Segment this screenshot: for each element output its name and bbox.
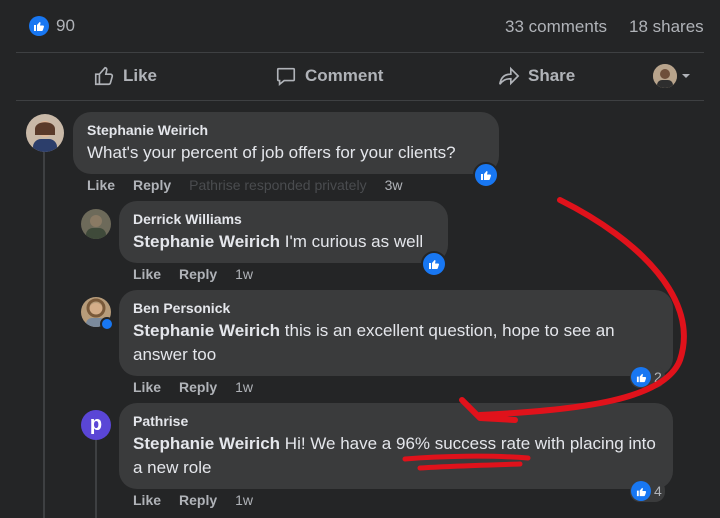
highlighted-stat: 96% success: [395, 434, 497, 453]
online-status-icon: [100, 317, 114, 331]
share-button[interactable]: Share: [498, 65, 575, 87]
like-reaction-icon: [631, 481, 651, 501]
comment-meta: Like Reply Pathrise responded privately …: [87, 177, 402, 193]
like-button[interactable]: Like: [93, 65, 157, 87]
comment-time[interactable]: 1w: [235, 266, 253, 282]
comment-like-link[interactable]: Like: [87, 177, 115, 193]
audience-selector[interactable]: [653, 64, 691, 88]
comment-meta: Like Reply 1w: [133, 379, 253, 395]
commenter-name[interactable]: Ben Personick: [133, 299, 659, 317]
shares-count[interactable]: 18 shares: [629, 17, 704, 37]
private-response-note: Pathrise responded privately: [189, 177, 367, 193]
comment-like-link[interactable]: Like: [133, 379, 161, 395]
stats-divider: [16, 52, 704, 53]
comment-time[interactable]: 3w: [385, 177, 403, 193]
share-arrow-icon: [499, 66, 520, 86]
comment-like-link[interactable]: Like: [133, 266, 161, 282]
comment-button[interactable]: Comment: [275, 65, 383, 87]
comment-bubble-icon: [276, 67, 296, 86]
comment-time[interactable]: 1w: [235, 379, 253, 395]
actions-divider: [16, 100, 704, 101]
mention-tag[interactable]: Stephanie Weirich: [133, 232, 280, 251]
comment-meta: Like Reply 1w: [133, 492, 253, 508]
mention-tag[interactable]: Stephanie Weirich: [133, 321, 280, 340]
thread-line: [43, 152, 45, 518]
commenter-name[interactable]: Pathrise: [133, 412, 659, 430]
comments-count[interactable]: 33 comments: [505, 17, 607, 37]
mention-tag[interactable]: Stephanie Weirich: [133, 434, 280, 453]
comment-bubble: Derrick Williams Stephanie Weirich I'm c…: [119, 201, 448, 263]
comment-text: Hi! We have a: [284, 434, 396, 453]
pathrise-logo-avatar[interactable]: p: [81, 410, 111, 440]
commenter-avatar[interactable]: [81, 209, 111, 239]
comment-meta: Like Reply 1w: [133, 266, 253, 282]
comment-like-reaction-icon[interactable]: [473, 162, 499, 188]
reply-thread-line: [95, 440, 97, 518]
post-stats-bar: 90 33 comments 18 shares: [0, 0, 720, 52]
reaction-count: 2: [654, 369, 662, 385]
commenter-name[interactable]: Stephanie Weirich: [87, 121, 485, 139]
comment-reactions[interactable]: 2: [630, 366, 665, 388]
comment-bubble: Stephanie Weirich What's your percent of…: [73, 112, 499, 174]
commenter-name[interactable]: Derrick Williams: [133, 210, 434, 228]
like-label: Like: [123, 66, 158, 85]
reaction-count: 90: [56, 16, 75, 35]
reaction-summary[interactable]: 90: [29, 16, 75, 36]
comment-reply-link[interactable]: Reply: [133, 177, 171, 193]
like-reaction-icon: [631, 367, 651, 387]
comment-like-link[interactable]: Like: [133, 492, 161, 508]
comment-like-reaction-icon[interactable]: [421, 251, 447, 277]
avatar-letter: p: [89, 412, 103, 435]
comment-bubble: Ben Personick Stephanie Weirich this is …: [119, 290, 673, 376]
comment-bubble: Pathrise Stephanie Weirich Hi! We have a…: [119, 403, 673, 489]
thumbs-up-icon: [94, 66, 114, 86]
comment-reactions[interactable]: 4: [630, 480, 665, 502]
comment-reply-link[interactable]: Reply: [179, 492, 217, 508]
share-label: Share: [528, 66, 576, 85]
comment-text: What's your percent of job offers for yo…: [87, 143, 456, 162]
comment-reply-link[interactable]: Reply: [179, 379, 217, 395]
caret-down-icon: [682, 74, 690, 78]
commenter-avatar[interactable]: [26, 114, 64, 152]
comment-time[interactable]: 1w: [235, 492, 253, 508]
comment-label: Comment: [305, 66, 384, 85]
reaction-count: 4: [654, 483, 662, 499]
user-avatar: [653, 64, 677, 88]
like-reaction-icon: [29, 16, 49, 36]
comment-reply-link[interactable]: Reply: [179, 266, 217, 282]
comment-text: I'm curious as well: [284, 232, 424, 251]
